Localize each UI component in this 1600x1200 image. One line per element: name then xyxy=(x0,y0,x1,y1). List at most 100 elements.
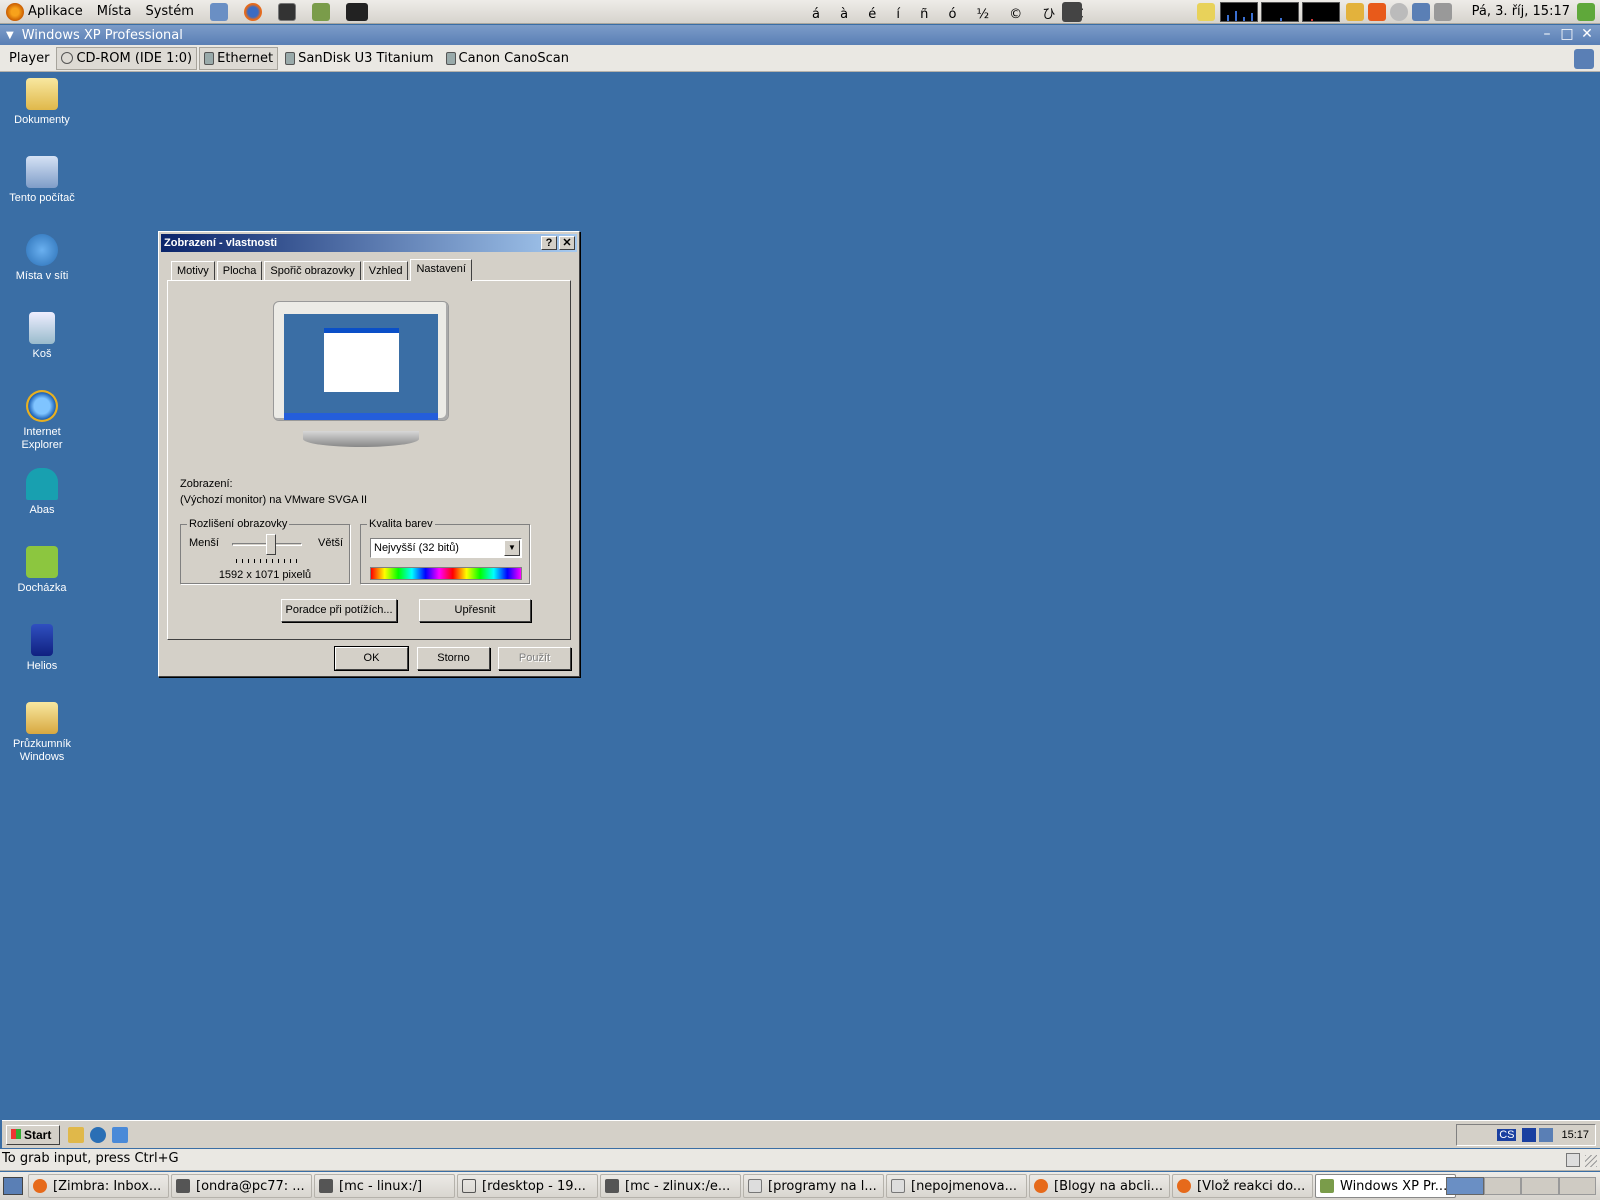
task-label: [rdesktop - 19... xyxy=(482,1178,586,1194)
gnome-top-panel: Aplikace Místa Systém á à é í ñ ó ½ © ひ … xyxy=(0,0,1600,24)
terminal-icon[interactable] xyxy=(277,2,296,21)
apply-button[interactable]: Použít xyxy=(498,647,571,670)
quicklaunch-explorer-icon[interactable] xyxy=(68,1127,84,1143)
troubleshoot-button[interactable]: Poradce při potížích... xyxy=(281,599,397,622)
desktop-icon-label: Helios xyxy=(26,660,58,672)
canon-device[interactable]: Canon CanoScan xyxy=(441,47,574,70)
network-icon[interactable] xyxy=(1412,3,1430,21)
desktop-icon-network-places[interactable]: Místa v síti xyxy=(2,234,82,283)
sandisk-device[interactable]: SanDisk U3 Titanium xyxy=(280,47,438,70)
cancel-button[interactable]: Storno xyxy=(417,647,490,670)
status-device-icon[interactable] xyxy=(1566,1153,1580,1167)
desktop-icon-documents[interactable]: Dokumenty xyxy=(2,78,82,127)
desktop-icon-my-computer[interactable]: Tento počítač xyxy=(2,156,82,205)
minimize-icon[interactable]: – xyxy=(1538,26,1556,44)
chevron-down-icon[interactable]: ▼ xyxy=(504,540,520,556)
text-editor-icon xyxy=(748,1179,762,1193)
vmware-window-titlebar[interactable]: ▼ Windows XP Professional – □ ✕ xyxy=(0,25,1600,45)
advanced-button[interactable]: Upřesnit xyxy=(419,599,531,622)
desktop-icon-abas[interactable]: Abas xyxy=(2,468,82,517)
workspace-2[interactable] xyxy=(1483,1177,1521,1195)
terminal-icon xyxy=(605,1179,619,1193)
maximize-icon[interactable]: □ xyxy=(1558,26,1576,44)
internet-explorer-icon xyxy=(26,390,58,422)
desktop-icon-label: Průzkumník Windows xyxy=(12,738,72,763)
workspace-switcher[interactable] xyxy=(1446,1177,1596,1195)
resolution-slider-thumb[interactable] xyxy=(265,534,276,555)
help-button[interactable]: ? xyxy=(541,236,557,250)
menu-aplikace[interactable]: Aplikace xyxy=(28,4,83,19)
ok-button[interactable]: OK xyxy=(334,646,409,671)
xp-clock: 15:17 xyxy=(1561,1129,1589,1141)
start-button[interactable]: Start xyxy=(6,1125,60,1145)
update-icon[interactable] xyxy=(1368,3,1386,21)
ubuntu-logo-icon[interactable] xyxy=(6,2,24,21)
resolution-less-label: Menší xyxy=(189,537,219,549)
vmware-status-line: To grab input, press Ctrl+G xyxy=(0,1149,1600,1171)
task-button[interactable]: [Vlož reakci do... xyxy=(1172,1174,1313,1198)
window-menu-icon[interactable]: ▼ xyxy=(6,30,14,41)
desktop-icon-windows-explorer[interactable]: Průzkumník Windows xyxy=(2,702,82,764)
keys-icon[interactable] xyxy=(1346,3,1364,21)
tab-sporic-obrazovky[interactable]: Spořič obrazovky xyxy=(264,261,361,281)
quicklaunch-outlook-icon[interactable] xyxy=(112,1127,128,1143)
lock-screen-icon[interactable] xyxy=(1062,2,1082,22)
quicklaunch-ie-icon[interactable] xyxy=(90,1127,106,1143)
menu-mista[interactable]: Místa xyxy=(97,4,132,19)
tab-vzhled[interactable]: Vzhled xyxy=(362,261,409,281)
usb-icon xyxy=(445,51,456,65)
task-button[interactable]: [rdesktop - 19... xyxy=(457,1174,598,1198)
tab-nastaveni[interactable]: Nastavení xyxy=(410,259,472,281)
dialog-close-button[interactable]: ✕ xyxy=(559,236,575,250)
fullscreen-icon[interactable] xyxy=(1574,49,1594,69)
task-button[interactable]: [nepojmenova... xyxy=(886,1174,1027,1198)
display-properties-dialog: Zobrazení - vlastnosti ? ✕ Motivy Plocha… xyxy=(158,231,580,677)
computer-icon xyxy=(26,156,58,188)
desktop-icon-recycle-bin[interactable]: Koš xyxy=(2,312,82,361)
notes-icon[interactable] xyxy=(1197,3,1215,21)
desktop-icon-helios[interactable]: Helios xyxy=(2,624,82,673)
workspace-1[interactable] xyxy=(1446,1177,1484,1195)
top-clock[interactable]: Pá, 3. říj, 15:17 xyxy=(1472,4,1570,19)
task-button[interactable]: [Blogy na abcli... xyxy=(1029,1174,1170,1198)
player-menu[interactable]: Player xyxy=(4,47,54,70)
desktop-icon-internet-explorer[interactable]: Internet Explorer xyxy=(2,390,82,452)
task-label: [mc - linux:/] xyxy=(339,1178,423,1194)
cpu-graph xyxy=(1220,2,1258,22)
task-button[interactable]: [mc - linux:/] xyxy=(314,1174,455,1198)
task-button-active[interactable]: Windows XP Pr... xyxy=(1315,1174,1456,1198)
desktop-icon-dochazka[interactable]: Docházka xyxy=(2,546,82,595)
volume-icon[interactable] xyxy=(1434,3,1452,21)
task-button[interactable]: [Zimbra: Inbox... xyxy=(28,1174,169,1198)
ethernet-device[interactable]: Ethernet xyxy=(199,46,279,70)
character-palette[interactable]: á à é í ñ ó ½ © ひ € xyxy=(812,3,1092,22)
color-quality-select[interactable]: Nejvyšší (32 bitů) ▼ xyxy=(370,538,522,558)
firefox-icon[interactable] xyxy=(243,2,262,21)
tab-motivy[interactable]: Motivy xyxy=(171,261,215,281)
resize-grip-icon[interactable] xyxy=(1585,1155,1597,1167)
dialog-titlebar[interactable]: Zobrazení - vlastnosti ? ✕ xyxy=(161,234,577,252)
network-tray-icon[interactable] xyxy=(1539,1128,1554,1142)
task-button[interactable]: [programy na l... xyxy=(743,1174,884,1198)
desktop-icon-label: Internet Explorer xyxy=(21,426,63,451)
task-button[interactable]: [ondra@pc77: ... xyxy=(171,1174,312,1198)
task-label: Windows XP Pr... xyxy=(1340,1178,1448,1194)
tab-plocha[interactable]: Plocha xyxy=(216,261,263,281)
hp-icon[interactable] xyxy=(345,2,368,21)
language-indicator[interactable]: CS xyxy=(1497,1129,1517,1141)
show-desktop-icon[interactable] xyxy=(3,1177,23,1195)
logout-icon[interactable] xyxy=(1577,3,1595,21)
power-icon[interactable] xyxy=(1390,3,1408,21)
close-icon[interactable]: ✕ xyxy=(1578,26,1596,44)
workspace-3[interactable] xyxy=(1521,1177,1559,1195)
task-button[interactable]: [mc - zlinux:/e... xyxy=(600,1174,741,1198)
vmware-tools-icon[interactable] xyxy=(1522,1128,1537,1142)
preview-window xyxy=(324,328,399,392)
cdrom-device[interactable]: CD-ROM (IDE 1:0) xyxy=(56,46,198,70)
home-folder-icon[interactable] xyxy=(209,2,228,21)
menu-system[interactable]: Systém xyxy=(145,4,193,19)
task-label: [programy na l... xyxy=(768,1178,877,1194)
workspace-4[interactable] xyxy=(1558,1177,1596,1195)
desktop-icon-label: Dokumenty xyxy=(14,114,70,126)
vmware-icon[interactable] xyxy=(311,2,330,21)
